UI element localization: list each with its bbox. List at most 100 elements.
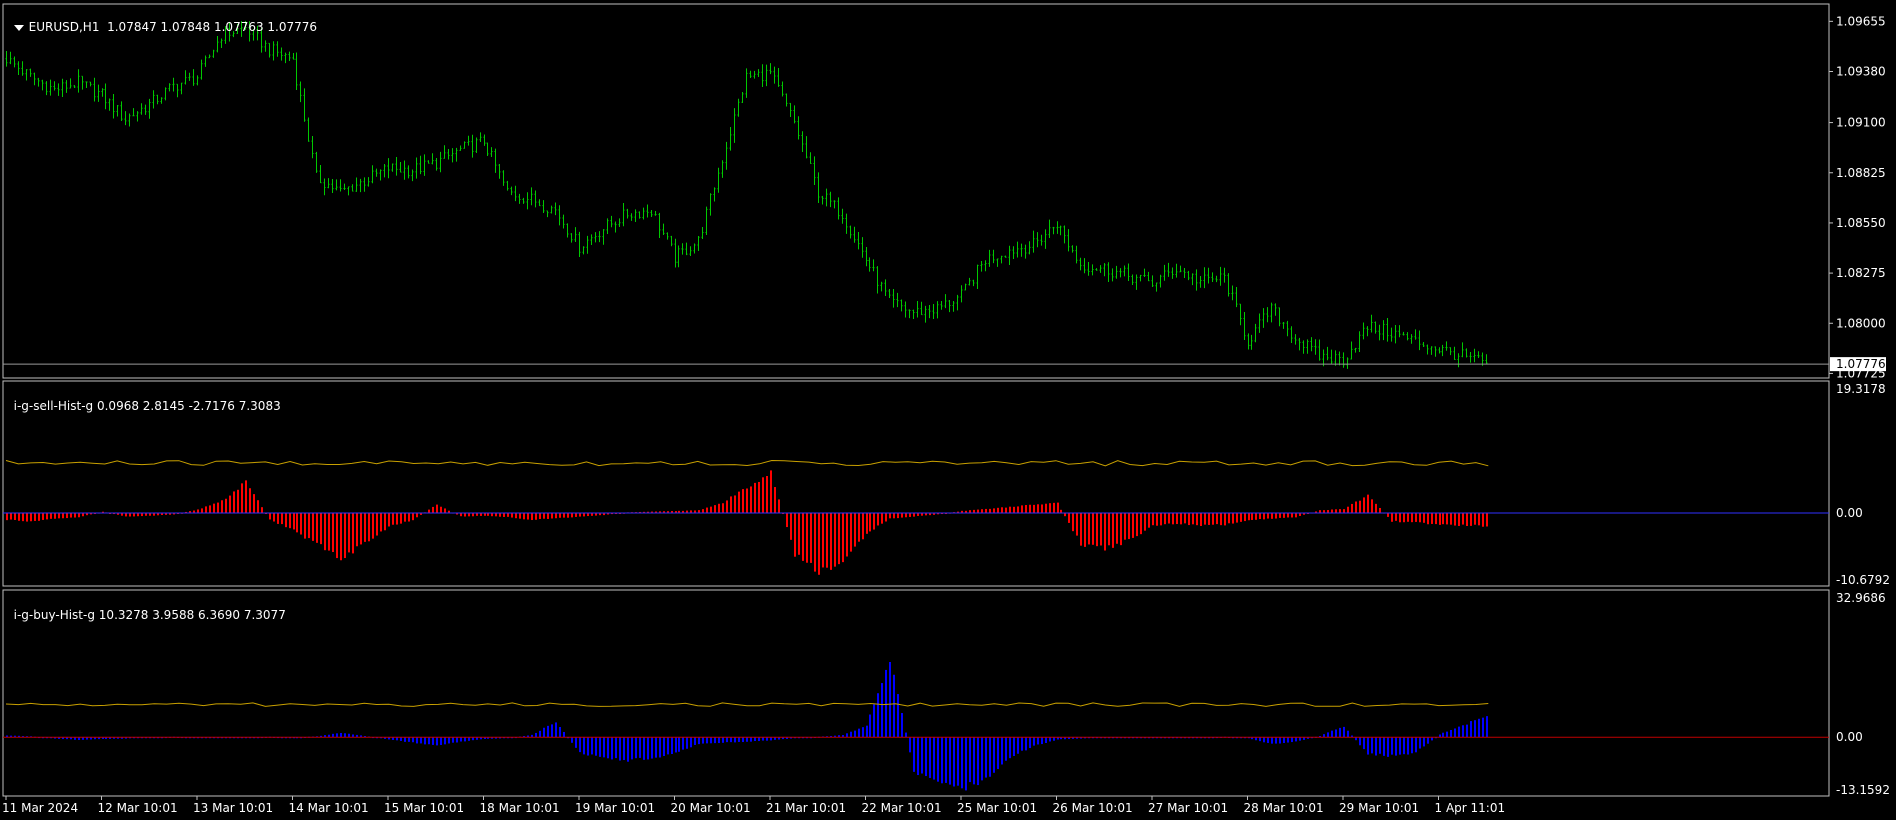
ohlc-bar [1056,221,1059,234]
sell-hist-bar [316,513,318,543]
ohlc-bar [1151,275,1154,287]
ohlc-bar [486,142,489,157]
ohlc-bar [116,105,119,117]
buy-hist-bar [631,737,633,760]
ohlc-bar [1147,271,1150,282]
sell-hist-bar [296,513,298,533]
ohlc-bar [367,177,370,187]
sell-hist-bar [1259,513,1261,520]
ohlc-bar [940,301,943,310]
buy-hist-bar [1411,737,1413,754]
sell-hist-bar [734,495,736,514]
sell-hist-bar [770,470,772,514]
sell-hist-bar [1192,513,1194,525]
ohlc-bar [168,83,171,92]
buy-hist-bar [1291,737,1293,743]
ohlc-bar [383,163,386,178]
buy-hist-bar [1379,737,1381,754]
buy-hist-bar [1339,727,1341,738]
sell-indicator-values: 0.0968 2.8145 -2.7176 7.3083 [96,399,281,413]
time-axis-label: 11 Mar 2024 [2,801,78,815]
sell-hist-bar [217,502,219,514]
sell-hist-bar [304,513,306,539]
sell-hist-bar [774,487,776,514]
sell-hist-bar [66,513,68,519]
buy-hist-bar [340,732,342,738]
ohlc-bar [1286,320,1289,337]
buy-hist-bar [468,737,470,741]
sell-hist-bar [133,513,135,517]
sell-hist-bar [1287,513,1289,518]
price-tick-label: 1.09655 [1836,14,1886,28]
time-axis-label: 18 Mar 10:01 [480,801,560,815]
sell-hist-bar [1228,513,1230,524]
buy-hist-bar [1458,726,1460,738]
buy-hist-bar [1271,737,1273,744]
ohlc-bar [773,66,776,84]
sell-hist-bar [786,513,788,528]
sell-hist-bar [981,509,983,514]
buy-hist-bar [1415,737,1417,753]
sell-hist-bar [30,513,32,522]
ohlc-bar [1398,325,1401,338]
sell-hist-bar [229,495,231,514]
sell-hist-bar [535,513,537,520]
ohlc-bar [729,127,732,151]
sell-hist-bar [1347,506,1349,514]
buy-hist-bar [1331,730,1333,738]
ohlc-bar [1298,337,1301,351]
ohlc-bar [594,232,597,243]
buy-hist-bar [639,737,641,758]
ohlc-bar [391,163,394,172]
ohlc-bar [1262,308,1265,328]
buy-hist-bar [977,737,979,786]
buy-hist-bar [754,737,756,742]
sell-hist-bar [253,494,255,514]
sell-hist-bar [129,513,131,517]
sell-hist-bar [1172,513,1174,525]
ohlc-bar [1171,267,1174,279]
sell-hist-bar [519,513,521,519]
ohlc-bar [371,165,374,184]
sell-hist-bar [356,513,358,547]
sell-hist-bar [1041,504,1043,514]
ohlc-bar [1000,255,1003,264]
ohlc-bar [1119,268,1122,278]
sell-hist-bar [1446,513,1448,525]
sell-hist-bar [563,513,565,518]
ohlc-bar [1024,244,1027,259]
buy-hist-bar [563,731,565,738]
sell-hist-bar [885,513,887,522]
ohlc-bar [268,42,271,58]
ohlc-bar [805,136,808,159]
sell-hist-bar [201,508,203,514]
trading-chart[interactable]: 1.09655 1.09380 1.09100 1.08825 1.08550 1.082… [0,0,1896,820]
ohlc-bar [928,305,931,319]
sell-hist-bar [977,509,979,514]
sell-hist-bar [372,513,374,539]
ohlc-bar [164,87,167,101]
buy-hist-bar [444,737,446,745]
sell-hist-bar [1088,513,1090,545]
buy-hist-bar [1399,737,1401,755]
dropdown-triangle-icon[interactable] [13,24,24,31]
ohlc-bar [1063,225,1066,244]
sell-hist-bar [1279,513,1281,518]
sell-hist-bar [1415,513,1417,522]
buy-hist-bar [1474,720,1476,738]
buy-tick-label: 0.00 [1836,730,1863,744]
ohlc-bar [1438,347,1441,354]
ohlc-bar [765,64,768,87]
sell-hist-bar [245,480,247,514]
ohlc-bar [327,178,330,189]
buy-hist-bar [1395,737,1397,756]
ohlc-bar [1044,229,1047,249]
sell-hist-bar [1013,506,1015,514]
ohlc-bar [546,210,549,218]
ohlc-bar [868,257,871,272]
ohlc-bar [21,61,24,76]
buy-hist-bar [1021,737,1023,751]
sell-hist-bar [830,513,832,570]
ohlc-bar [1103,263,1106,277]
ohlc-bar [586,235,589,254]
